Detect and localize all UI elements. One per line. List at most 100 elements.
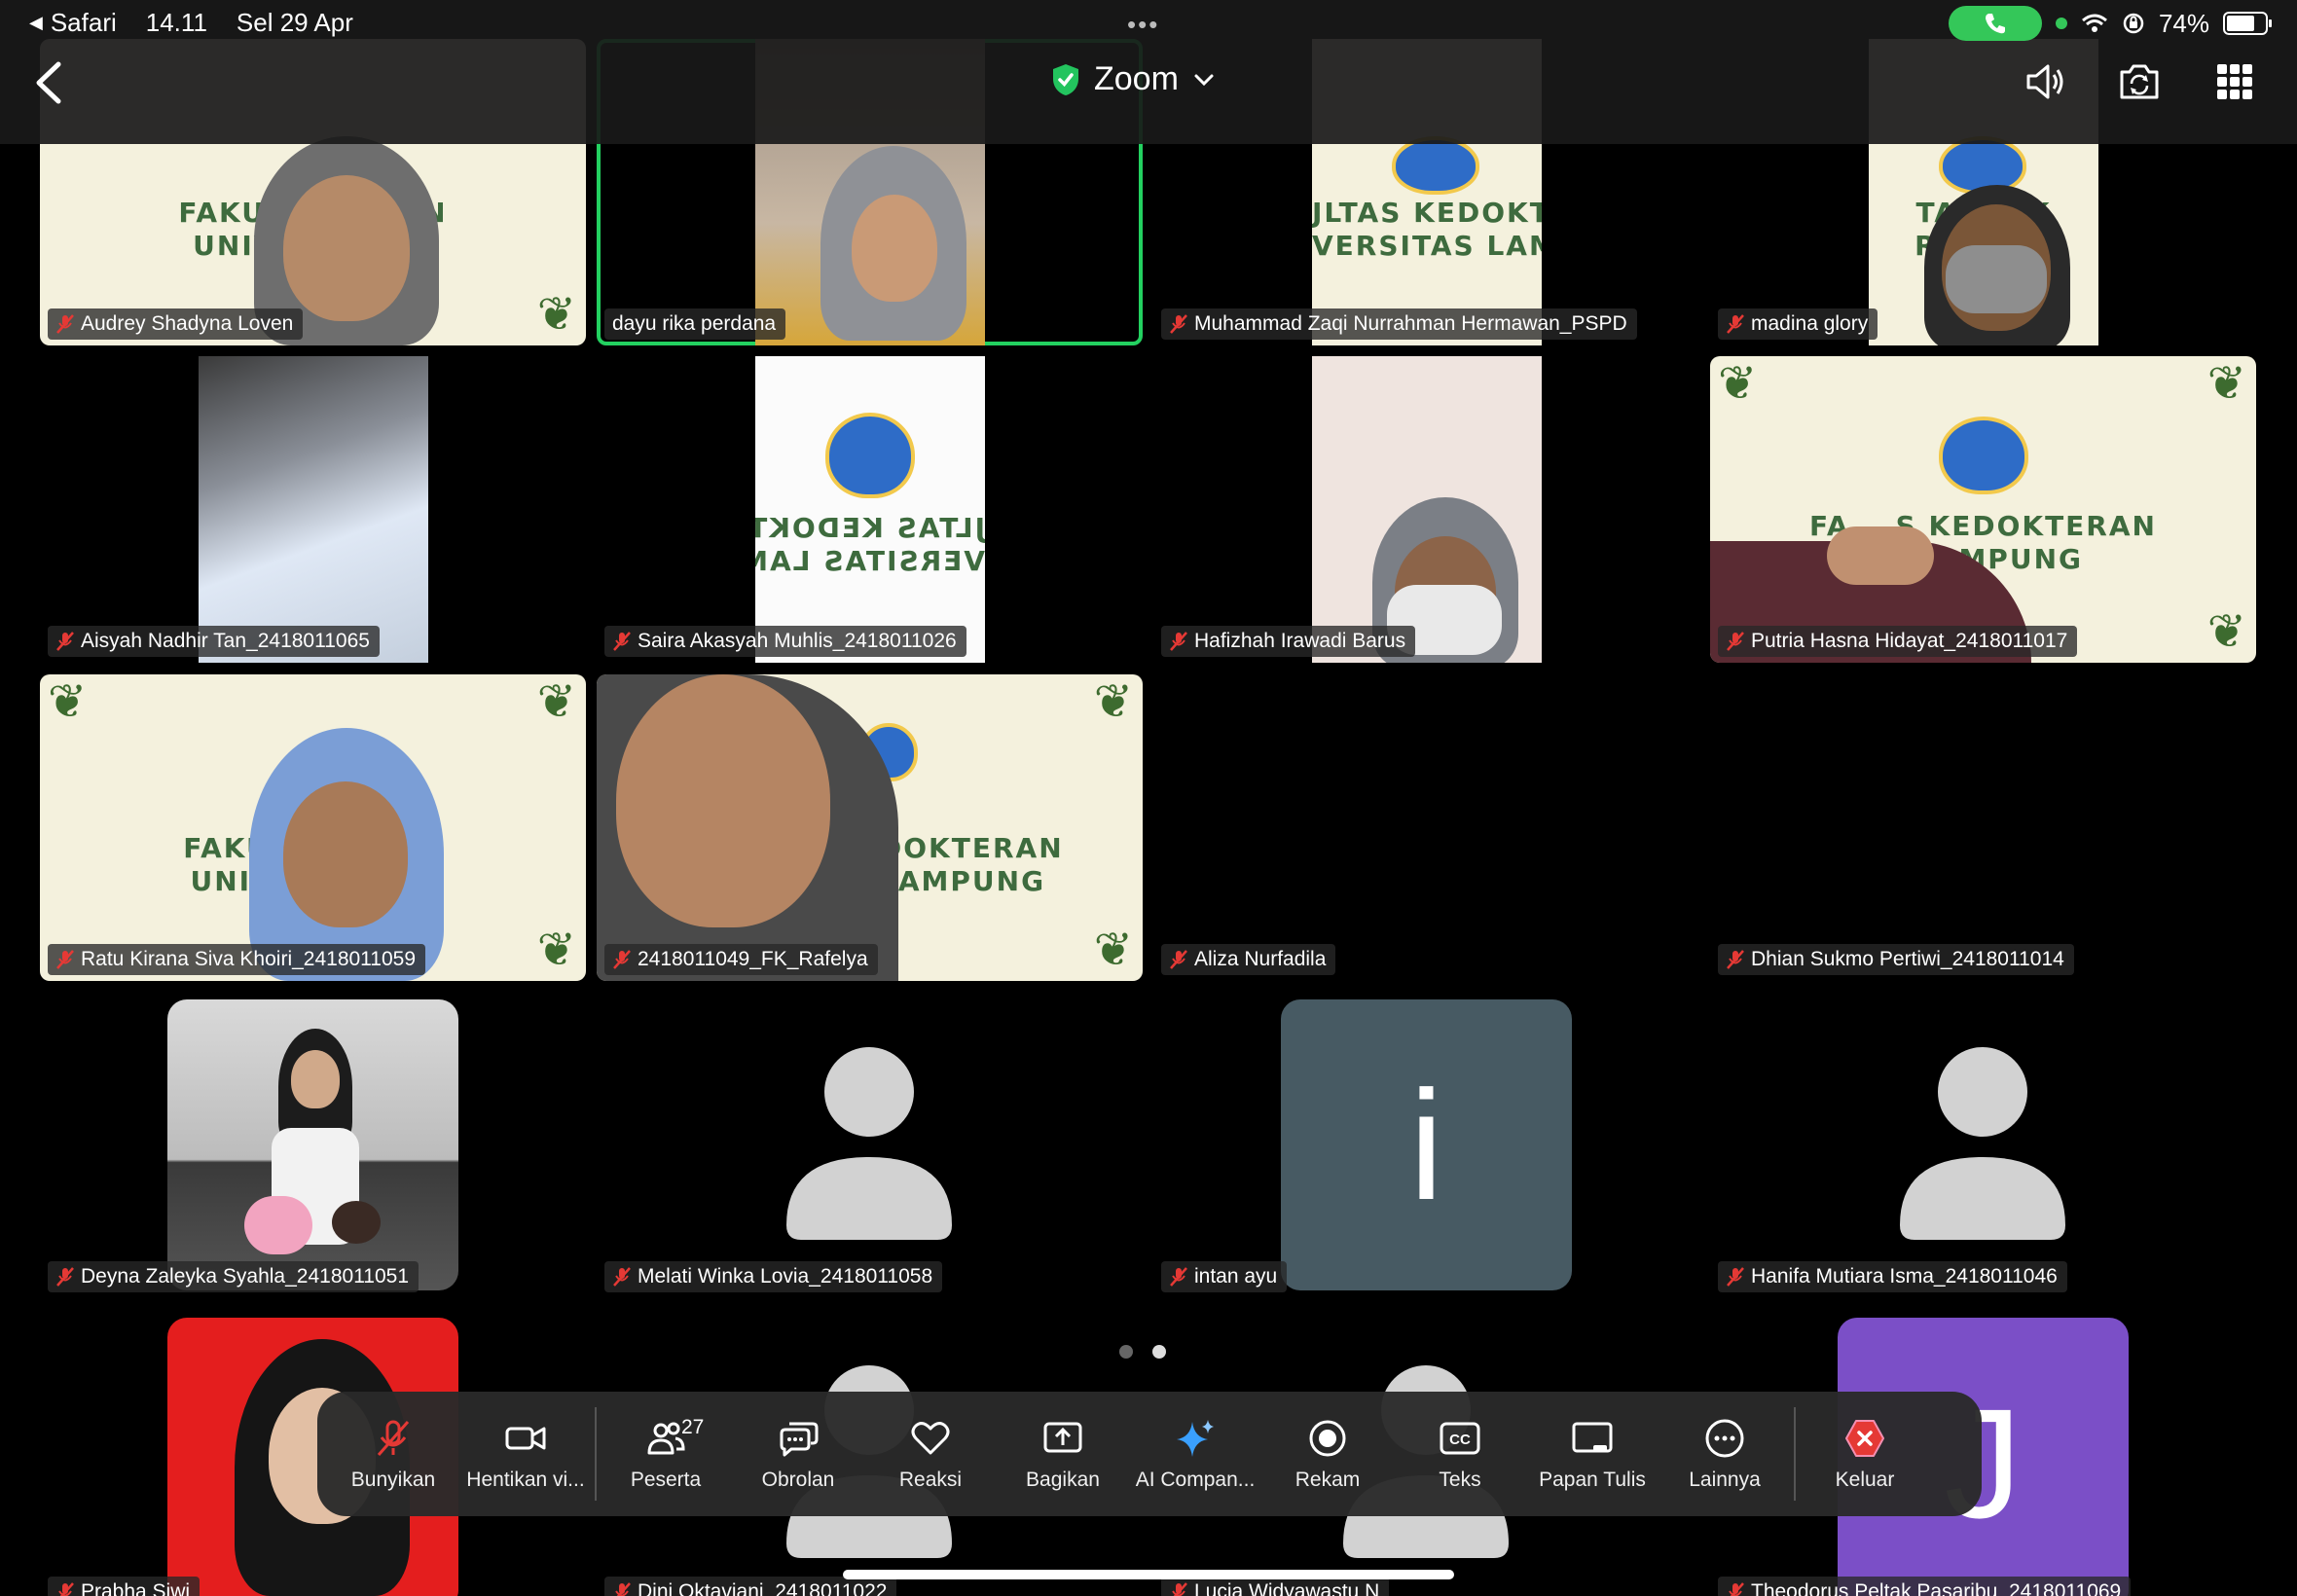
- participant-name-label: Lucia Widyawastu N: [1161, 1577, 1390, 1596]
- muted-mic-icon: [1727, 314, 1744, 334]
- virtual-background-text: JLTAS KEDOKTE: [755, 512, 985, 544]
- phone-icon: [1985, 14, 2005, 34]
- shield-check-icon: [1053, 63, 1078, 95]
- muted-mic-icon: [56, 950, 74, 969]
- toolbar-divider: [595, 1407, 597, 1501]
- stop-video-label: Hentikan vi...: [466, 1469, 585, 1491]
- participant-tile[interactable]: Hanifa Mutiara Isma_2418011046: [1710, 992, 2256, 1298]
- unmute-button[interactable]: Bunyikan: [327, 1400, 459, 1507]
- participant-name-label: Audrey Shadyna Loven: [48, 308, 304, 340]
- multitasking-dots-icon[interactable]: •••: [1127, 10, 1159, 40]
- participant-tile[interactable]: Aliza Nurfadila: [1153, 674, 1699, 981]
- ai-companion-button[interactable]: AI Compan...: [1129, 1400, 1261, 1507]
- orientation-lock-icon: [2123, 13, 2144, 34]
- captions-button[interactable]: CC Teks: [1394, 1400, 1526, 1507]
- muted-mic-icon: [1727, 950, 1744, 969]
- unmute-label: Bunyikan: [350, 1469, 436, 1491]
- participant-name-label: Putria Hasna Hidayat_2418011017: [1718, 626, 2078, 657]
- share-upload-icon: [1043, 1422, 1082, 1453]
- more-button[interactable]: Lainnya: [1659, 1400, 1791, 1507]
- muted-mic-icon: [1170, 950, 1187, 969]
- leaf-decoration-icon: ❦: [48, 676, 88, 728]
- sparkle-icon: [1177, 1420, 1214, 1457]
- closed-captions-icon: CC: [1440, 1422, 1480, 1455]
- muted-mic-icon: [1727, 1267, 1744, 1287]
- participant-tile[interactable]: DOKTERAN LAMPUNG ❦ ❦ 2418011049_FK_Rafely…: [597, 674, 1143, 981]
- virtual-background-text: VERSITAS LAMP: [1312, 230, 1542, 262]
- participant-tile[interactable]: i intan ayu: [1153, 992, 1699, 1298]
- participant-name-label: Dini Oktaviani_2418011022: [604, 1577, 897, 1596]
- more-dots-icon: [1705, 1419, 1744, 1458]
- muted-mic-icon: [56, 314, 74, 334]
- speaker-icon[interactable]: [2021, 58, 2067, 105]
- participant-tile[interactable]: FA S KEDOKTERAN S LAMPUNG ❦ ❦ ❦ Putria Ha…: [1710, 356, 2256, 663]
- back-chevron-icon[interactable]: [29, 58, 68, 107]
- muted-mic-icon: [1170, 632, 1187, 651]
- participants-button[interactable]: 27 Peserta: [600, 1400, 732, 1507]
- video-camera-icon: [505, 1427, 546, 1450]
- participant-tile[interactable]: FAKULT ERANUNIVE PUNG ❦ ❦ ❦ Ratu Kirana …: [40, 674, 586, 981]
- camera-in-use-dot: [2055, 18, 2067, 29]
- participant-tile[interactable]: Hafizhah Irawadi Barus: [1153, 356, 1699, 663]
- participant-name-label: Hanifa Mutiara Isma_2418011046: [1718, 1261, 2067, 1292]
- participant-name-label: Aisyah Nadhir Tan_2418011065: [48, 626, 380, 657]
- participant-name-label: Ratu Kirana Siva Khoiri_2418011059: [48, 944, 426, 975]
- chat-button[interactable]: Obrolan: [732, 1400, 864, 1507]
- participant-name-label: Aliza Nurfadila: [1161, 944, 1336, 975]
- participant-name-label: dayu rika perdana: [604, 308, 786, 340]
- muted-mic-icon: [1172, 1582, 1187, 1596]
- chevron-down-icon: [1194, 74, 1214, 86]
- participant-tile[interactable]: Dhian Sukmo Pertiwi_2418011014: [1710, 674, 2256, 981]
- virtual-background-text: FA S KEDOKTERAN: [1809, 510, 2157, 542]
- more-label: Lainnya: [1689, 1469, 1761, 1491]
- participant-name-label: Deyna Zaleyka Syahla_2418011051: [48, 1261, 419, 1292]
- leave-label: Keluar: [1835, 1469, 1895, 1491]
- captions-label: Teks: [1439, 1469, 1481, 1491]
- participant-tile[interactable]: Deyna Zaleyka Syahla_2418011051: [40, 992, 586, 1298]
- whiteboard-icon: [1572, 1422, 1613, 1453]
- gallery-grid-icon[interactable]: [2211, 58, 2258, 105]
- meeting-title: Zoom: [1094, 60, 1179, 97]
- toolbar-divider: [1794, 1407, 1796, 1501]
- muted-mic-icon: [56, 632, 74, 651]
- back-to-app-link[interactable]: Safari: [51, 8, 117, 38]
- participant-tile[interactable]: Melati Winka Lovia_2418011058: [597, 992, 1143, 1298]
- muted-mic-icon: [1727, 632, 1744, 651]
- participant-name-label: Saira Akasyah Muhlis_2418011026: [604, 626, 966, 657]
- leaf-decoration-icon: ❦: [2206, 606, 2246, 658]
- ios-status-bar: ◀ Safari 14.11 Sel 29 Apr ••• 74%: [0, 0, 2297, 47]
- muted-mic-icon: [613, 950, 631, 969]
- home-indicator[interactable]: [843, 1570, 1454, 1579]
- stop-video-button[interactable]: Hentikan vi...: [459, 1400, 592, 1507]
- participant-tile[interactable]: JLTAS KEDOKTEVERSITAS LAMP Saira Akasyah…: [597, 356, 1143, 663]
- muted-mic-icon: [615, 1582, 631, 1596]
- participant-name-label: Hafizhah Irawadi Barus: [1161, 626, 1416, 657]
- record-button[interactable]: Rekam: [1261, 1400, 1394, 1507]
- whiteboard-button[interactable]: Papan Tulis: [1526, 1400, 1659, 1507]
- page-dot[interactable]: [1119, 1345, 1133, 1359]
- leave-button[interactable]: Keluar: [1799, 1400, 1931, 1507]
- participant-tile[interactable]: Aisyah Nadhir Tan_2418011065: [40, 356, 586, 663]
- meeting-title-dropdown[interactable]: Zoom: [1051, 60, 1216, 98]
- default-avatar-icon: [786, 1047, 952, 1240]
- muted-mic-icon: [377, 1420, 410, 1456]
- participant-name-label: Muhammad Zaqi Nurrahman Hermawan_PSPD: [1161, 308, 1637, 340]
- reactions-button[interactable]: Reaksi: [864, 1400, 997, 1507]
- active-call-pill[interactable]: [1948, 6, 2042, 41]
- switch-camera-icon[interactable]: [2116, 58, 2163, 105]
- participant-name-label: Prabha Siwi: [48, 1577, 201, 1596]
- meeting-toolbar: Bunyikan Hentikan vi... 27 Peserta Obrol…: [317, 1392, 1982, 1516]
- chat-bubbles-icon: [780, 1422, 819, 1457]
- muted-mic-icon: [58, 1582, 74, 1596]
- wifi-icon: [2081, 14, 2107, 32]
- virtual-background-text: VERSITAS LAMP: [755, 545, 985, 577]
- record-icon: [1309, 1420, 1346, 1457]
- leaf-decoration-icon: ❦: [536, 925, 576, 976]
- page-dot-current[interactable]: [1152, 1345, 1166, 1359]
- share-label: Bagikan: [1026, 1469, 1100, 1491]
- page-indicator[interactable]: [1119, 1345, 1166, 1359]
- muted-mic-icon: [1170, 314, 1187, 334]
- leaf-decoration-icon: ❦: [1093, 676, 1133, 728]
- share-button[interactable]: Bagikan: [997, 1400, 1129, 1507]
- participant-name-label: Dhian Sukmo Pertiwi_2418011014: [1718, 944, 2074, 975]
